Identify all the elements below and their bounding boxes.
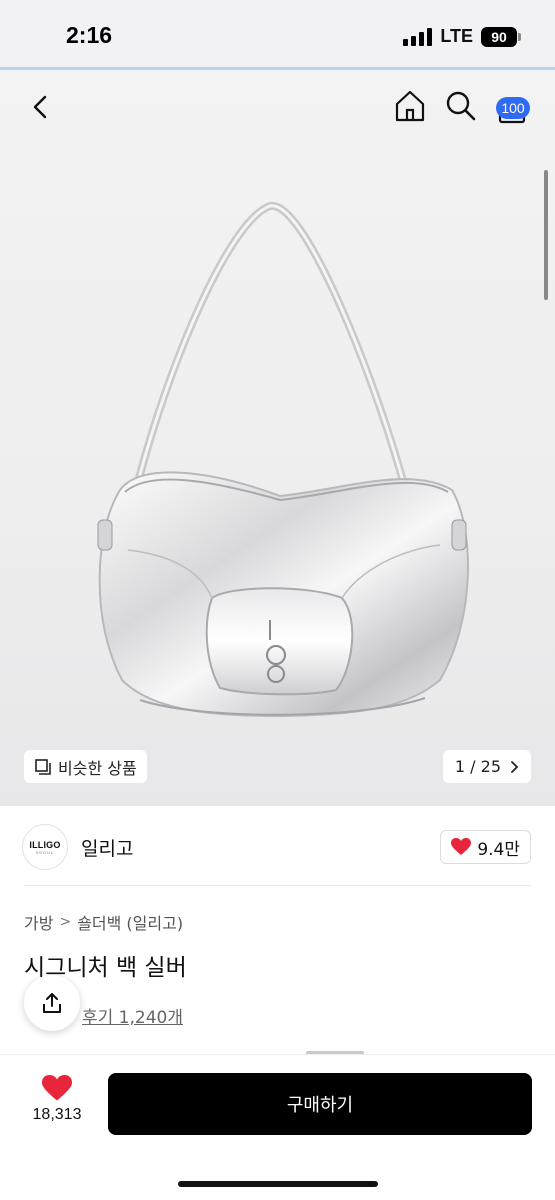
wishlist-count: 18,313 [32,1106,82,1123]
brand-logo-subtext: SEOUL [35,849,55,855]
brand-logo-text: ILLIGO [29,839,61,850]
cart-count-badge: 100 [496,97,530,119]
chevron-right-icon [511,760,519,773]
product-image [97,201,469,718]
home-icon [395,90,425,122]
heart-icon [451,838,472,855]
breadcrumb-item[interactable]: 가방 [24,910,53,934]
status-bar: 2:16 LTE 90 [0,0,555,70]
brand-row[interactable]: ILLIGO SEOUL 일리고 9.4만 [0,806,555,886]
buy-button[interactable]: 구매하기 [108,1073,532,1135]
home-indicator [178,1181,378,1187]
status-time: 2:16 [66,22,113,48]
back-button[interactable] [28,90,54,124]
brand-name[interactable]: 일리고 [81,834,133,861]
breadcrumb-separator-icon: > [59,914,72,930]
bottom-action-bar: 18,313 구매하기 [0,1054,555,1200]
page-count: 1 / 25 [454,757,501,776]
brand-like-button[interactable]: 9.4만 [440,830,531,864]
share-button[interactable] [24,975,80,1031]
similar-products-button[interactable]: 비슷한 상품 [24,750,147,783]
heart-icon [42,1075,72,1101]
network-label: LTE [440,26,473,46]
battery-icon: 90 [481,26,521,47]
wishlist-button[interactable]: 18,313 [22,1075,92,1135]
breadcrumb-item[interactable]: 숄더백 (일리고) [77,910,183,934]
similar-products-label: 비슷한 상품 [58,758,137,778]
share-icon [43,993,61,1013]
product-image-gallery[interactable]: 100 비슷한 상품 1 / 25 [0,70,555,806]
scrollbar[interactable] [544,170,548,300]
brand-like-count: 9.4만 [477,839,520,860]
back-icon [33,95,47,119]
brand-logo[interactable]: ILLIGO SEOUL [22,824,68,870]
status-indicators: LTE 90 [403,26,521,47]
home-button[interactable] [393,88,427,124]
breadcrumb: 가방 > 숄더백 (일리고) [24,910,183,934]
divider [24,885,531,886]
search-icon [446,91,476,121]
search-button[interactable] [444,88,478,124]
similar-icon [35,758,51,775]
signal-icon [403,27,433,46]
gallery-page-indicator[interactable]: 1 / 25 [442,750,531,783]
top-navigation: 100 [0,84,555,128]
review-link[interactable]: 후기 1,240개 [82,1003,183,1028]
